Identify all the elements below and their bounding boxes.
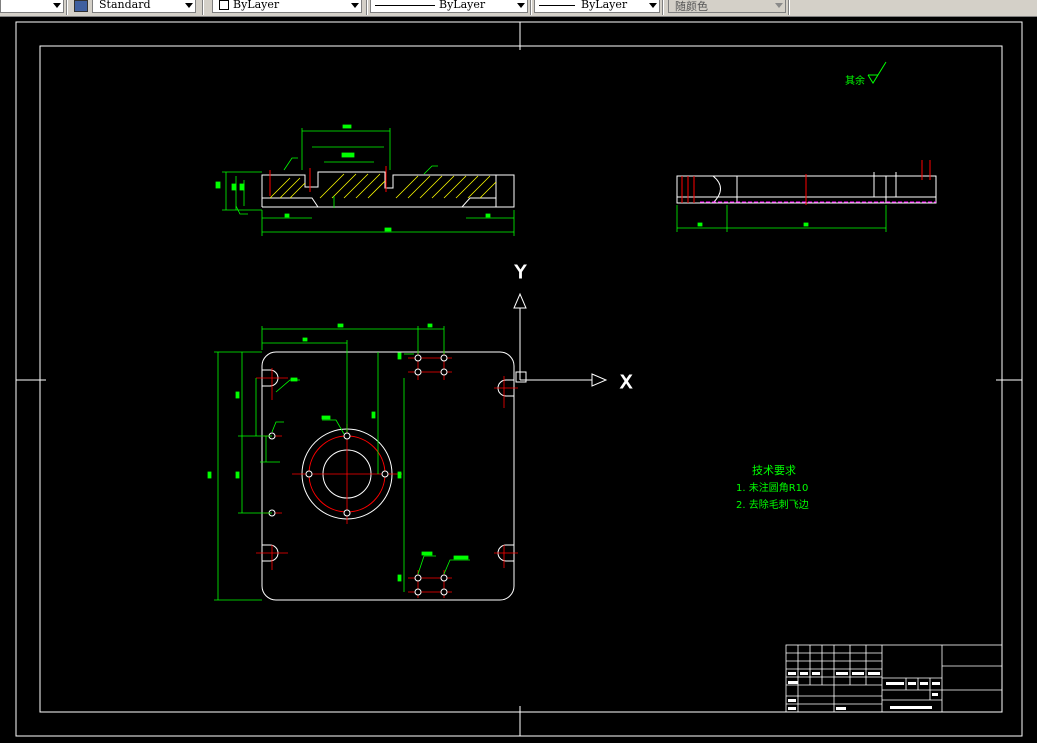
chevron-down-icon bbox=[351, 3, 359, 8]
color-swatch-icon bbox=[219, 0, 229, 10]
toolbar-separator bbox=[366, 0, 368, 15]
toolbar-separator bbox=[662, 0, 664, 15]
section-dimensions bbox=[215, 124, 515, 236]
text-style-value: Standard bbox=[99, 0, 151, 11]
lineweight-value: ByLayer bbox=[581, 0, 628, 11]
title-block bbox=[785, 644, 1003, 713]
linetype-value: ByLayer bbox=[439, 0, 486, 11]
drawing-canvas[interactable]: 其余 Y X 技术要求 1. 未注圆角R10 2. 去除毛刺飞边 bbox=[0, 16, 1037, 743]
chevron-down-icon bbox=[649, 3, 657, 8]
lineweight-dropdown[interactable]: ByLayer bbox=[534, 0, 660, 13]
toolbar-separator bbox=[202, 0, 204, 15]
tech-req-title: 技术要求 bbox=[752, 464, 796, 477]
toolbar-separator bbox=[788, 0, 790, 15]
toolbar-separator bbox=[530, 0, 532, 15]
linetype-dropdown[interactable]: ByLayer bbox=[370, 0, 528, 13]
linetype-preview-icon bbox=[375, 5, 435, 6]
y-axis-label: Y bbox=[514, 262, 527, 283]
color-dropdown[interactable]: ByLayer bbox=[212, 0, 362, 13]
tech-req-item-1: 1. 未注圆角R10 bbox=[736, 481, 808, 494]
lineweight-preview-icon bbox=[539, 5, 575, 6]
chevron-down-icon bbox=[775, 3, 783, 8]
sheet-outer-border bbox=[15, 21, 1023, 737]
section-view bbox=[215, 124, 515, 236]
ucs-icon: Y X bbox=[513, 262, 633, 394]
side-view bbox=[676, 160, 937, 232]
surface-roughness-note: 其余 bbox=[845, 61, 887, 87]
tech-req-item-2: 2. 去除毛刺飞边 bbox=[736, 498, 809, 511]
sheet-inner-border bbox=[39, 45, 1003, 713]
sheet-center-marks bbox=[16, 22, 1022, 736]
plot-style-dropdown[interactable]: 随颜色 bbox=[668, 0, 786, 13]
chevron-down-icon bbox=[53, 3, 61, 8]
text-style-icon[interactable] bbox=[74, 0, 88, 12]
plan-dimensions bbox=[207, 323, 470, 601]
color-value: ByLayer bbox=[233, 0, 280, 11]
chevron-down-icon bbox=[185, 3, 193, 8]
plan-view bbox=[207, 323, 518, 601]
text-style-dropdown[interactable]: Standard bbox=[92, 0, 196, 13]
chevron-down-icon bbox=[517, 3, 525, 8]
roughness-label: 其余 bbox=[845, 74, 865, 87]
section-hatch bbox=[269, 173, 497, 199]
toolbar-separator bbox=[66, 0, 68, 15]
properties-toolbar: Standard ByLayer ByLayer ByLayer 随颜色 bbox=[0, 0, 1037, 17]
technical-requirements: 技术要求 1. 未注圆角R10 2. 去除毛刺飞边 bbox=[736, 464, 809, 511]
x-axis-label: X bbox=[620, 372, 632, 393]
left-dropdown[interactable] bbox=[0, 0, 64, 13]
plot-style-value: 随颜色 bbox=[675, 0, 708, 13]
